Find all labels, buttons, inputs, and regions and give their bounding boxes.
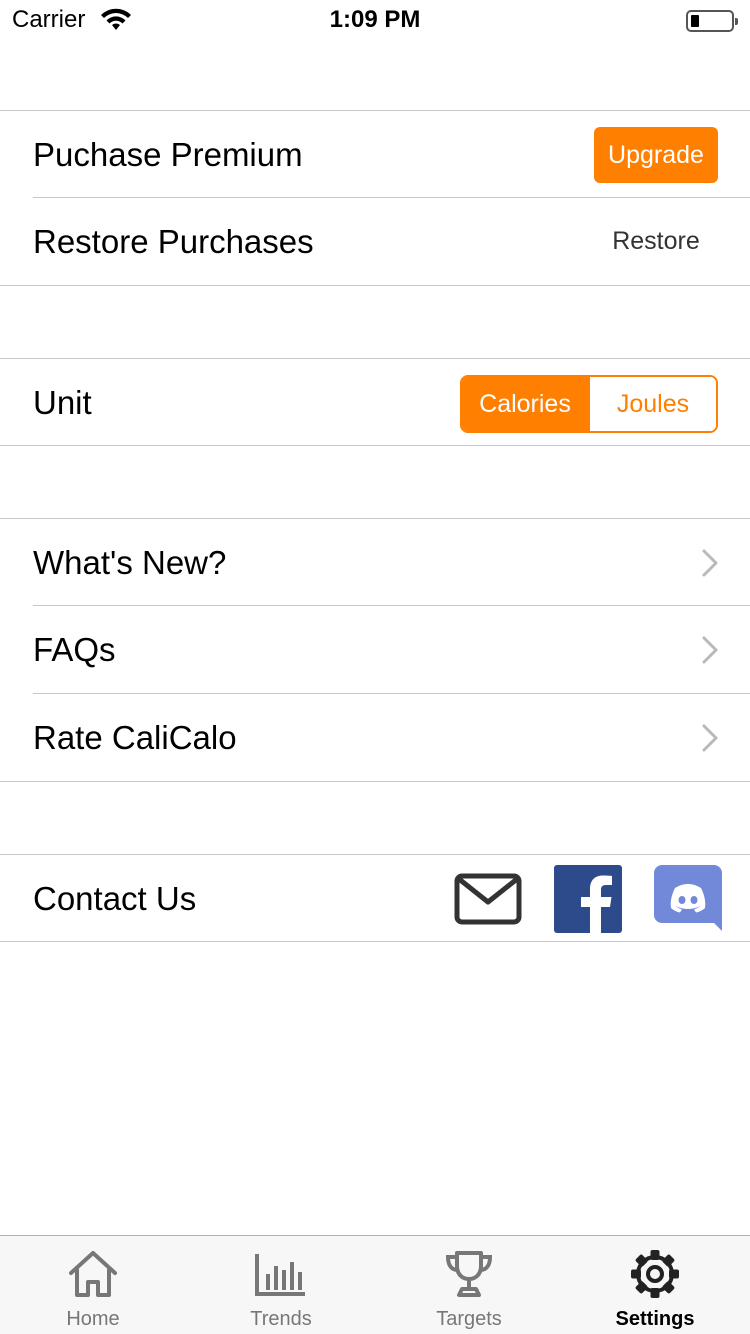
tab-targets[interactable]: Targets	[394, 1236, 544, 1334]
facebook-icon[interactable]	[554, 865, 622, 933]
chevron-right-icon	[702, 636, 718, 664]
purchase-premium-label: Puchase Premium	[33, 136, 303, 173]
rate-app-row[interactable]: Rate CaliCalo	[0, 694, 750, 781]
restore-purchases-label: Restore Purchases	[33, 223, 314, 260]
home-icon	[69, 1251, 117, 1297]
tab-bar: Home Trends Targets Settings	[0, 1235, 750, 1334]
restore-button[interactable]: Restore	[600, 198, 712, 285]
whats-new-row[interactable]: What's New?	[0, 519, 750, 606]
chevron-right-icon	[702, 724, 718, 752]
purchase-premium-row: Puchase Premium Upgrade	[0, 111, 750, 198]
gear-icon	[631, 1250, 679, 1298]
battery-icon	[686, 10, 738, 32]
mail-icon[interactable]	[454, 865, 522, 933]
tab-settings-label: Settings	[615, 1308, 695, 1330]
trophy-icon	[445, 1251, 493, 1297]
unit-label: Unit	[33, 384, 92, 421]
tab-settings[interactable]: Settings	[580, 1236, 730, 1334]
tab-home-label: Home	[66, 1308, 120, 1330]
unit-option-joules[interactable]: Joules	[588, 377, 716, 431]
restore-purchases-row: Restore Purchases Restore	[0, 198, 750, 285]
status-bar: Carrier 1:09 PM	[0, 0, 750, 40]
tab-targets-label: Targets	[436, 1308, 502, 1330]
status-time: 1:09 PM	[329, 6, 421, 33]
upgrade-button[interactable]: Upgrade	[594, 127, 718, 183]
whats-new-label: What's New?	[33, 544, 227, 581]
tab-trends[interactable]: Trends	[206, 1236, 356, 1334]
separator	[0, 445, 750, 446]
tab-home[interactable]: Home	[18, 1236, 168, 1334]
unit-row: Unit Calories Joules	[0, 359, 750, 446]
discord-icon[interactable]	[654, 865, 722, 933]
unit-segmented-control: Calories Joules	[460, 375, 718, 433]
separator	[0, 285, 750, 286]
chevron-right-icon	[702, 549, 718, 577]
unit-option-calories[interactable]: Calories	[462, 377, 588, 431]
faqs-row[interactable]: FAQs	[0, 606, 750, 693]
separator	[0, 941, 750, 942]
faqs-label: FAQs	[33, 631, 116, 668]
bar-chart-icon	[255, 1254, 305, 1296]
rate-app-label: Rate CaliCalo	[33, 719, 237, 756]
contact-row: Contact Us	[0, 855, 750, 942]
separator	[0, 781, 750, 782]
contact-label: Contact Us	[33, 880, 197, 917]
tab-trends-label: Trends	[250, 1308, 312, 1330]
